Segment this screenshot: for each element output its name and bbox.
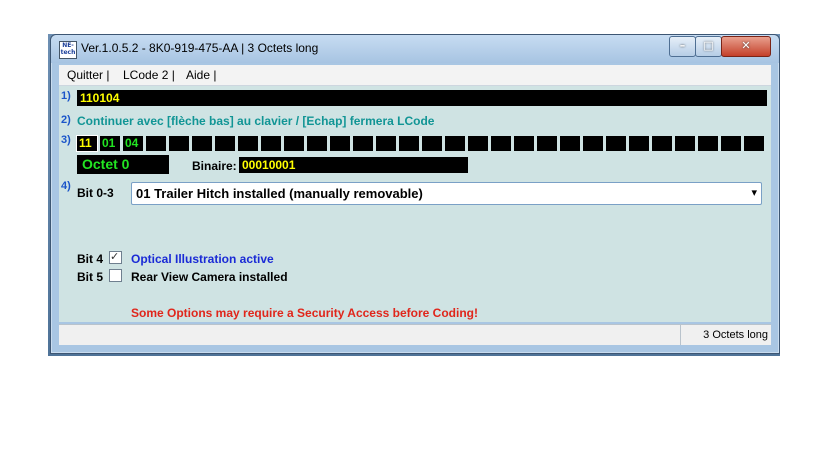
step1-number: 1) [61,90,71,102]
menu-lcode2[interactable]: LCode 2 | [123,68,175,82]
byte-cell-empty[interactable] [399,136,419,151]
step2-number: 2) [61,114,71,126]
byte-cell-empty[interactable] [261,136,281,151]
byte-cell-empty[interactable] [606,136,626,151]
byte-cell-empty[interactable] [238,136,258,151]
binaire-label: Binaire: [192,159,237,173]
title-bar[interactable]: NE-tech Ver.1.0.5.2 - 8K0-919-475-AA | 3… [51,35,779,63]
chevron-down-icon: ▾ [751,186,757,199]
app-window: NE-tech Ver.1.0.5.2 - 8K0-919-475-AA | 3… [50,34,780,354]
bit4-label: Bit 4 [77,252,104,266]
close-button[interactable]: ✕ [721,36,771,57]
byte-cell-empty[interactable] [376,136,396,151]
byte-cell[interactable]: 01 [100,136,120,151]
close-icon: ✕ [741,39,751,52]
octet-label: Octet 0 [82,156,130,172]
byte-value: 11 [79,136,92,150]
byte-cell-empty[interactable] [514,136,534,151]
lcode-value: 110104 [80,91,120,105]
byte-cell-empty[interactable] [192,136,212,151]
bit5-checkbox[interactable] [109,269,122,282]
maximize-icon: □ [703,39,714,52]
menu-bar: Quitter | LCode 2 | Aide | [59,65,771,86]
app-icon: NE-tech [59,41,77,59]
byte-cell-empty[interactable] [491,136,511,151]
maximize-button[interactable]: □ [695,36,722,57]
byte-cell-empty[interactable] [169,136,189,151]
byte-cell-empty[interactable] [353,136,373,151]
binaire-value: 00010001 [242,158,296,172]
menu-quitter[interactable]: Quitter | [67,68,109,82]
byte-cell-empty[interactable] [583,136,603,151]
byte-cell-empty[interactable] [284,136,304,151]
lcode-input[interactable]: 110104 [77,90,767,106]
byte-cell-empty[interactable] [307,136,327,151]
status-bar: 3 Octets long [59,324,771,345]
bit03-label: Bit 0-3 [77,186,114,200]
byte-cell-empty[interactable] [652,136,672,151]
byte-cell-empty[interactable] [468,136,488,151]
byte-cell-empty[interactable] [629,136,649,151]
byte-cell[interactable]: 11 [76,135,98,152]
byte-cell-empty[interactable] [422,136,442,151]
bit4-checkbox[interactable]: ✓ [109,250,122,264]
bit5-description: Rear View Camera installed [131,270,288,284]
byte-value: 04 [125,136,139,150]
byte-cell-empty[interactable] [537,136,557,151]
byte-cell-empty[interactable] [146,136,166,151]
window-title: Ver.1.0.5.2 - 8K0-919-475-AA | 3 Octets … [81,41,319,55]
status-text: 3 Octets long [703,329,768,341]
byte-cell-empty[interactable] [744,136,764,151]
byte-cells-row: 11 01 04 [76,135,769,152]
byte-cell-empty[interactable] [215,136,235,151]
minimize-icon: – [679,39,686,52]
bit4-description: Optical Illustration active [131,252,274,266]
binaire-field: 00010001 [239,157,468,173]
client-area: 1) 11 01 04 2) Continuer avec [flèche bas]… [59,86,771,322]
byte-cell-empty[interactable] [721,136,741,151]
bit03-selected-value: 01 Trailer Hitch installed (manually rem… [136,186,423,201]
step3-number: 3) [61,134,71,146]
bit03-dropdown[interactable]: 01 Trailer Hitch installed (manually rem… [131,182,762,205]
security-warning: Some Options may require a Security Acce… [131,306,478,320]
minimize-button[interactable]: – [669,36,696,57]
checkmark-icon: ✓ [110,250,120,263]
byte-cell-empty[interactable] [445,136,465,151]
bit5-label: Bit 5 [77,270,104,284]
step4-number: 4) [61,180,71,192]
menu-aide[interactable]: Aide | [186,68,216,82]
byte-cell-empty[interactable] [698,136,718,151]
byte-cell-empty[interactable] [560,136,580,151]
byte-cell-empty[interactable] [330,136,350,151]
navigation-hint: Continuer avec [flèche bas] au clavier /… [77,114,435,128]
byte-value: 01 [102,136,116,150]
byte-cell-empty[interactable] [675,136,695,151]
byte-cell[interactable]: 04 [123,136,143,151]
status-cell-right: 3 Octets long [680,325,771,345]
octet-label-box: Octet 0 [77,155,169,174]
